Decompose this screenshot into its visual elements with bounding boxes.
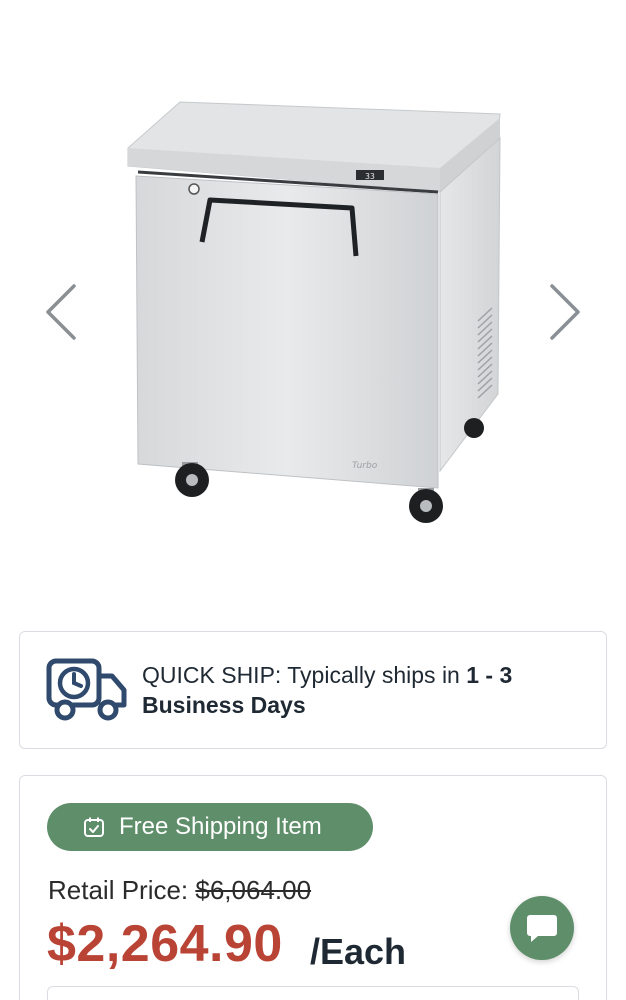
prev-image-button[interactable] [40, 280, 80, 344]
delivery-truck-clock-icon [46, 658, 127, 721]
next-image-button[interactable] [546, 280, 586, 344]
chat-button[interactable] [510, 896, 574, 960]
chat-bubble-icon [527, 915, 557, 942]
temperature-display: 33 [365, 172, 375, 181]
ship-business-days: Business Days [142, 692, 306, 718]
free-shipping-badge[interactable]: Free Shipping Item [47, 803, 373, 851]
ship-day-range: 1 - 3 [466, 662, 513, 688]
svg-text:Turbo: Turbo [352, 461, 378, 471]
retail-price-value: $6,064.00 [195, 875, 312, 905]
free-shipping-label: Free Shipping Item [119, 813, 322, 840]
retail-price: Retail Price: $6,064.00 [48, 875, 312, 905]
product-gallery: 33 Turbo [0, 0, 626, 615]
pricing-card: Free Shipping Item Retail Price: $6,064.… [19, 775, 607, 1000]
sale-price: $2,264.90 [47, 915, 283, 973]
quantity-box[interactable] [47, 986, 579, 1000]
calendar-check-icon [83, 816, 105, 838]
quick-ship-card: QUICK SHIP: Typically ships in 1 - 3 Busi… [19, 631, 607, 749]
price-unit: /Each [310, 931, 407, 972]
chevron-left-icon [46, 284, 76, 340]
product-image[interactable]: 33 Turbo [120, 96, 510, 536]
chevron-right-icon [550, 284, 580, 340]
quick-ship-text: QUICK SHIP: Typically ships in 1 - 3 Busi… [142, 662, 513, 718]
